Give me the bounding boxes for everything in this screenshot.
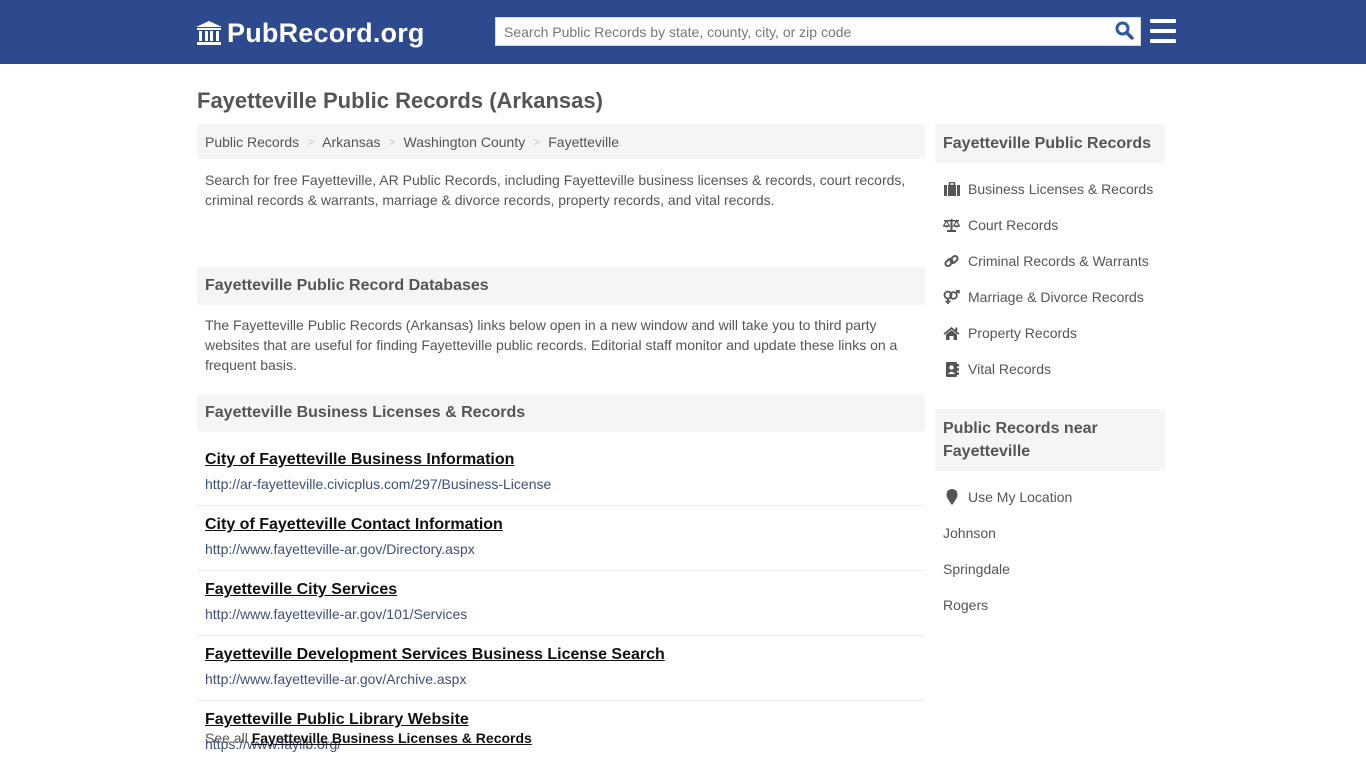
sidebar-item-property-records[interactable]: Property Records — [935, 315, 1165, 351]
sidebar-records-list: Business Licenses & Records Court Record… — [935, 163, 1165, 387]
see-all-prefix: See all — [205, 730, 248, 746]
menu-bar — [1150, 29, 1176, 33]
sidebar-item-label: Business Licenses & Records — [968, 181, 1154, 197]
menu-bar — [1150, 19, 1176, 23]
sidebar-item-business-licenses[interactable]: Business Licenses & Records — [935, 171, 1165, 207]
map-marker-icon — [943, 489, 960, 505]
sidebar-item-vital-records[interactable]: Vital Records — [935, 351, 1165, 387]
search-icon — [1115, 21, 1134, 43]
search-button[interactable] — [1108, 18, 1140, 45]
sidebar-records-heading: Fayetteville Public Records — [935, 124, 1165, 163]
search-box — [495, 17, 1141, 46]
breadcrumb-separator: > — [533, 134, 541, 149]
venus-mars-icon — [943, 289, 960, 305]
record-link-title[interactable]: Fayetteville Public Library Website — [205, 710, 469, 730]
sidebar-item-label: Criminal Records & Warrants — [968, 253, 1149, 269]
sidebar-item-label: Property Records — [968, 325, 1077, 341]
breadcrumb-public-records[interactable]: Public Records — [205, 134, 299, 150]
top-navbar: PubRecord.org — [0, 0, 1366, 64]
breadcrumb-separator: > — [388, 134, 396, 149]
use-my-location-label: Use My Location — [968, 489, 1073, 505]
business-links-list: City of Fayetteville Business Informatio… — [197, 441, 925, 752]
hamburger-menu-icon[interactable] — [1150, 19, 1176, 43]
record-link-url: http://www.fayetteville-ar.gov/101/Servi… — [205, 606, 468, 622]
search-input[interactable] — [496, 18, 1108, 45]
business-heading: Fayetteville Business Licenses & Records — [197, 394, 925, 432]
list-item: City of Fayetteville Contact Information… — [197, 506, 925, 571]
sidebar-item-marriage-divorce[interactable]: Marriage & Divorce Records — [935, 279, 1165, 315]
address-book-icon — [943, 361, 960, 377]
record-link-title[interactable]: Fayetteville City Services — [205, 580, 397, 600]
briefcase-icon — [943, 181, 960, 197]
site-logo[interactable]: PubRecord.org — [195, 17, 425, 49]
list-item: Fayetteville City Services http://www.fa… — [197, 571, 925, 636]
breadcrumb-separator: > — [307, 134, 315, 149]
breadcrumb: Public Records > Arkansas > Washington C… — [197, 124, 925, 159]
record-link-title[interactable]: City of Fayetteville Business Informatio… — [205, 450, 514, 470]
breadcrumb-fayetteville[interactable]: Fayetteville — [548, 134, 619, 150]
nearby-city-johnson[interactable]: Johnson — [935, 515, 1165, 551]
sidebar-nearby-list: Use My Location Johnson Springdale Roger… — [935, 471, 1165, 623]
main-content: Public Records > Arkansas > Washington C… — [197, 124, 925, 752]
breadcrumb-washington-county[interactable]: Washington County — [404, 134, 526, 150]
use-my-location-button[interactable]: Use My Location — [935, 479, 1165, 515]
sidebar-item-label: Court Records — [968, 217, 1059, 233]
list-item: Fayetteville Development Services Busine… — [197, 636, 925, 701]
record-link-title[interactable]: Fayetteville Development Services Busine… — [205, 645, 665, 665]
sidebar-item-criminal-records[interactable]: Criminal Records & Warrants — [935, 243, 1165, 279]
menu-bar — [1150, 39, 1176, 43]
record-link-url: http://www.fayetteville-ar.gov/Directory… — [205, 541, 475, 557]
courthouse-icon — [195, 20, 223, 46]
sidebar-item-label: Marriage & Divorce Records — [968, 289, 1144, 305]
link-icon — [943, 253, 960, 269]
list-item: City of Fayetteville Business Informatio… — [197, 441, 925, 506]
nearby-city-rogers[interactable]: Rogers — [935, 587, 1165, 623]
sidebar-item-label: Vital Records — [968, 361, 1052, 377]
see-all-row: See all Fayetteville Business Licenses &… — [197, 730, 925, 746]
sidebar-item-court-records[interactable]: Court Records — [935, 207, 1165, 243]
record-link-title[interactable]: City of Fayetteville Contact Information — [205, 515, 503, 535]
see-all-link[interactable]: Fayetteville Business Licenses & Records — [252, 730, 532, 746]
sidebar-nearby-heading: Public Records near Fayetteville — [935, 409, 1165, 471]
balance-scale-icon — [943, 217, 960, 233]
record-link-url: http://www.fayetteville-ar.gov/Archive.a… — [205, 671, 467, 687]
intro-text: Search for free Fayetteville, AR Public … — [205, 172, 906, 208]
logo-text: PubRecord.org — [227, 17, 425, 48]
breadcrumb-arkansas[interactable]: Arkansas — [322, 134, 380, 150]
sidebar: Fayetteville Public Records Business Lic… — [935, 124, 1165, 623]
databases-description: The Fayetteville Public Records (Arkansa… — [205, 317, 898, 373]
databases-heading: Fayetteville Public Record Databases — [197, 267, 925, 305]
record-link-url: http://ar-fayetteville.civicplus.com/297… — [205, 476, 552, 492]
nearby-city-springdale[interactable]: Springdale — [935, 551, 1165, 587]
home-icon — [943, 325, 960, 341]
page-title: Fayetteville Public Records (Arkansas) — [197, 88, 603, 113]
